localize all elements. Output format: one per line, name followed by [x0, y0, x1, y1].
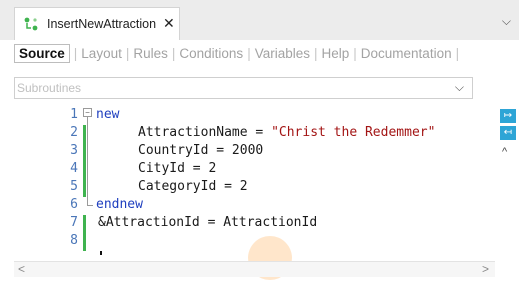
code-assignment: = AttractionId: [199, 215, 318, 230]
code-attr: AttractionName =: [138, 125, 272, 140]
subroutines-select[interactable]: Subroutines ⌵: [14, 77, 473, 99]
line-number: 6: [70, 197, 78, 212]
outdent-icon[interactable]: ↤: [500, 126, 516, 140]
code-line-6: endnew: [96, 197, 143, 212]
code-variable: &AttractionId: [98, 215, 200, 230]
text-cursor: [100, 251, 102, 255]
horizontal-scrollbar[interactable]: < >: [14, 261, 495, 277]
scroll-left-icon[interactable]: <: [18, 262, 25, 276]
tab-separator: |: [353, 45, 357, 61]
document-tab-title: InsertNewAttraction: [47, 17, 157, 31]
code-line-7: &AttractionId = AttractionId: [98, 215, 317, 230]
line-number: 7: [70, 215, 78, 230]
code-line-4: CityId = 2: [138, 161, 217, 176]
tab-separator: |: [73, 45, 78, 61]
document-tab-strip: InsertNewAttraction ✕ ⌵: [0, 0, 519, 40]
change-marker: [83, 125, 86, 197]
line-number: 1: [70, 107, 78, 122]
tab-variables[interactable]: Variables: [255, 46, 310, 61]
line-number: 4: [70, 161, 78, 176]
tab-separator: |: [455, 45, 460, 61]
tab-separator: |: [247, 45, 251, 61]
code-editor[interactable]: 1 2 3 4 5 6 7 8 − new AttractionName = "…: [14, 103, 495, 280]
code-line-3: CountryId = 2000: [138, 143, 264, 158]
tab-documentation[interactable]: Documentation: [361, 46, 452, 61]
line-number: 2: [70, 125, 78, 140]
code-line-1: new: [96, 107, 120, 122]
tab-separator: |: [313, 45, 318, 61]
code-line-2: AttractionName = "Christ the Redemmer": [138, 125, 435, 140]
fold-guide-end: [87, 205, 93, 206]
document-tab[interactable]: InsertNewAttraction ✕: [14, 7, 180, 40]
tab-layout[interactable]: Layout: [81, 46, 122, 61]
tab-rules[interactable]: Rules: [133, 46, 168, 61]
chevron-down-icon[interactable]: ⌵: [455, 80, 464, 95]
scroll-up-icon[interactable]: ^: [502, 146, 507, 158]
subroutines-placeholder: Subroutines: [17, 81, 82, 95]
indent-icon[interactable]: ↦: [500, 109, 516, 123]
tab-source[interactable]: Source: [14, 43, 70, 63]
procedure-icon: [24, 17, 38, 31]
code-line-5: CategoryId = 2: [138, 179, 248, 194]
fold-toggle-icon[interactable]: −: [83, 108, 92, 117]
line-number: 3: [70, 143, 78, 158]
code-string: "Christ the Redemmer": [271, 125, 436, 140]
tab-conditions[interactable]: Conditions: [179, 46, 243, 61]
tab-separator: |: [171, 45, 176, 61]
line-number: 8: [70, 233, 78, 248]
fold-guide: [87, 117, 88, 205]
close-icon[interactable]: ✕: [163, 15, 175, 32]
scroll-right-icon[interactable]: >: [482, 262, 489, 276]
section-tab-bar: Source | Layout | Rules | Conditions | V…: [14, 42, 463, 64]
line-number: 5: [70, 179, 78, 194]
tab-help[interactable]: Help: [322, 46, 350, 61]
tab-separator: |: [125, 45, 130, 61]
change-marker: [83, 215, 86, 251]
tab-overflow-chevron-icon[interactable]: ⌵: [502, 14, 511, 29]
